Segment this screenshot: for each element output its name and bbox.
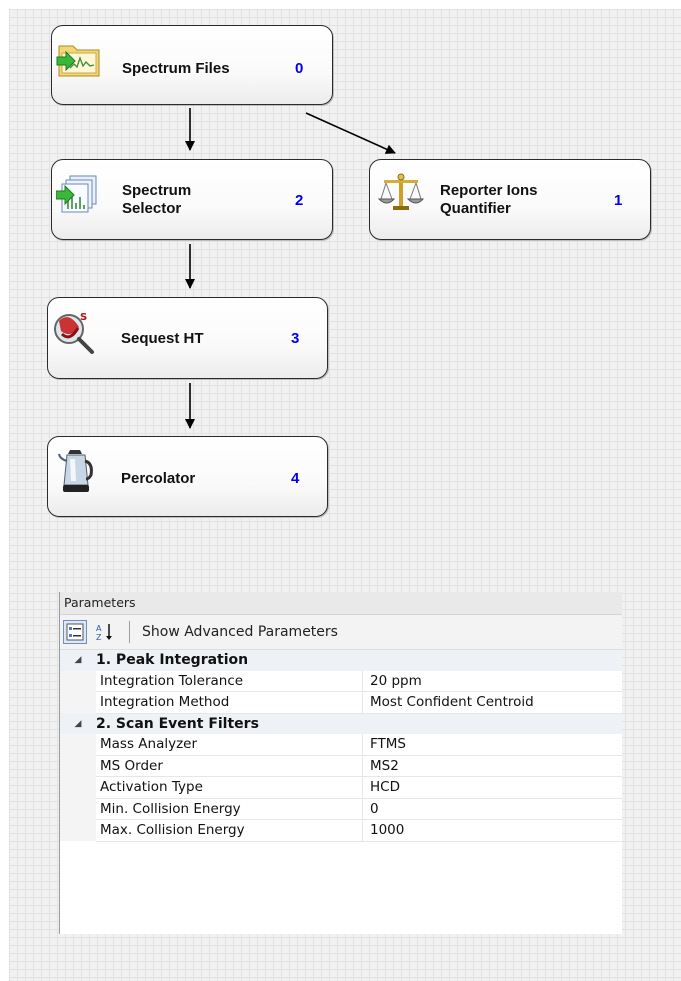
show-advanced-parameters-button[interactable]: Show Advanced Parameters: [142, 624, 338, 640]
category-row[interactable]: ◢ 2. Scan Event Filters: [60, 713, 622, 734]
svg-text:A: A: [96, 624, 102, 633]
row-gutter: [60, 819, 96, 841]
coffee-percolator-icon: [58, 447, 100, 492]
property-row[interactable]: Max. Collision Energy 1000: [60, 819, 622, 842]
property-row[interactable]: Integration Tolerance 20 ppm: [60, 670, 622, 692]
row-gutter: [60, 670, 96, 692]
property-value[interactable]: Most Confident Centroid: [362, 691, 622, 714]
property-value[interactable]: 0: [362, 798, 622, 820]
sort-alphabetical-icon[interactable]: A Z: [93, 620, 117, 644]
node-number: 2: [295, 192, 304, 209]
node-label: Spectrum Files: [122, 60, 230, 77]
categorized-view-icon[interactable]: [63, 620, 87, 644]
node-label: Spectrum Selector: [122, 182, 192, 217]
property-value[interactable]: 1000: [362, 819, 622, 842]
spectrum-files-icon: [56, 38, 100, 80]
node-number: 4: [291, 470, 300, 487]
node-spectrum-files[interactable]: Spectrum Files 0: [51, 25, 333, 105]
row-gutter: [60, 734, 96, 755]
row-gutter: [60, 755, 96, 777]
node-number: 3: [291, 330, 300, 347]
expander-icon[interactable]: ◢: [60, 650, 96, 671]
node-percolator[interactable]: Percolator 4: [47, 436, 328, 517]
toolbar-separator: [129, 621, 130, 643]
property-name: Activation Type: [96, 776, 363, 799]
property-row[interactable]: Activation Type HCD: [60, 776, 622, 799]
property-row[interactable]: Min. Collision Energy 0: [60, 798, 622, 820]
property-name: Min. Collision Energy: [96, 798, 363, 820]
svg-text:S: S: [80, 312, 87, 323]
parameters-toolbar: A Z Show Advanced Parameters: [60, 615, 622, 650]
property-row[interactable]: Integration Method Most Confident Centro…: [60, 691, 622, 714]
row-gutter: [60, 691, 96, 713]
node-reporter-ions-quantifier[interactable]: Reporter Ions Quantifier 1: [369, 159, 651, 240]
spectrum-selector-icon: [55, 172, 98, 214]
property-grid: ◢ 1. Peak Integration Integration Tolera…: [60, 650, 622, 842]
property-name: MS Order: [96, 755, 363, 777]
category-label: 1. Peak Integration: [96, 650, 622, 671]
node-spectrum-selector[interactable]: Spectrum Selector 2: [51, 159, 333, 240]
balance-scale-icon: [377, 172, 425, 214]
category-row[interactable]: ◢ 1. Peak Integration: [60, 650, 622, 671]
property-value[interactable]: FTMS: [362, 734, 622, 756]
property-name: Mass Analyzer: [96, 734, 363, 756]
property-row[interactable]: Mass Analyzer FTMS: [60, 734, 622, 756]
node-number: 1: [614, 192, 623, 209]
node-label: Percolator: [121, 470, 196, 487]
sequest-icon: S: [50, 308, 94, 354]
svg-text:Z: Z: [96, 633, 102, 642]
property-name: Integration Tolerance: [96, 670, 363, 692]
property-name: Max. Collision Energy: [96, 819, 363, 842]
property-row[interactable]: MS Order MS2: [60, 755, 622, 777]
parameters-title: Parameters: [60, 592, 622, 615]
expander-icon[interactable]: ◢: [60, 713, 96, 734]
row-gutter: [60, 776, 96, 798]
node-label: Reporter Ions Quantifier: [440, 182, 538, 217]
property-value[interactable]: 20 ppm: [362, 670, 622, 692]
node-number: 0: [295, 60, 304, 77]
row-gutter: [60, 798, 96, 820]
property-value[interactable]: HCD: [362, 776, 622, 799]
category-label: 2. Scan Event Filters: [96, 713, 622, 734]
property-value[interactable]: MS2: [362, 755, 622, 777]
node-sequest-ht[interactable]: S Sequest HT 3: [47, 297, 328, 379]
node-label: Sequest HT: [121, 330, 204, 347]
parameters-panel: Parameters A Z Show Advanced Parameters …: [59, 592, 622, 934]
property-name: Integration Method: [96, 691, 363, 714]
